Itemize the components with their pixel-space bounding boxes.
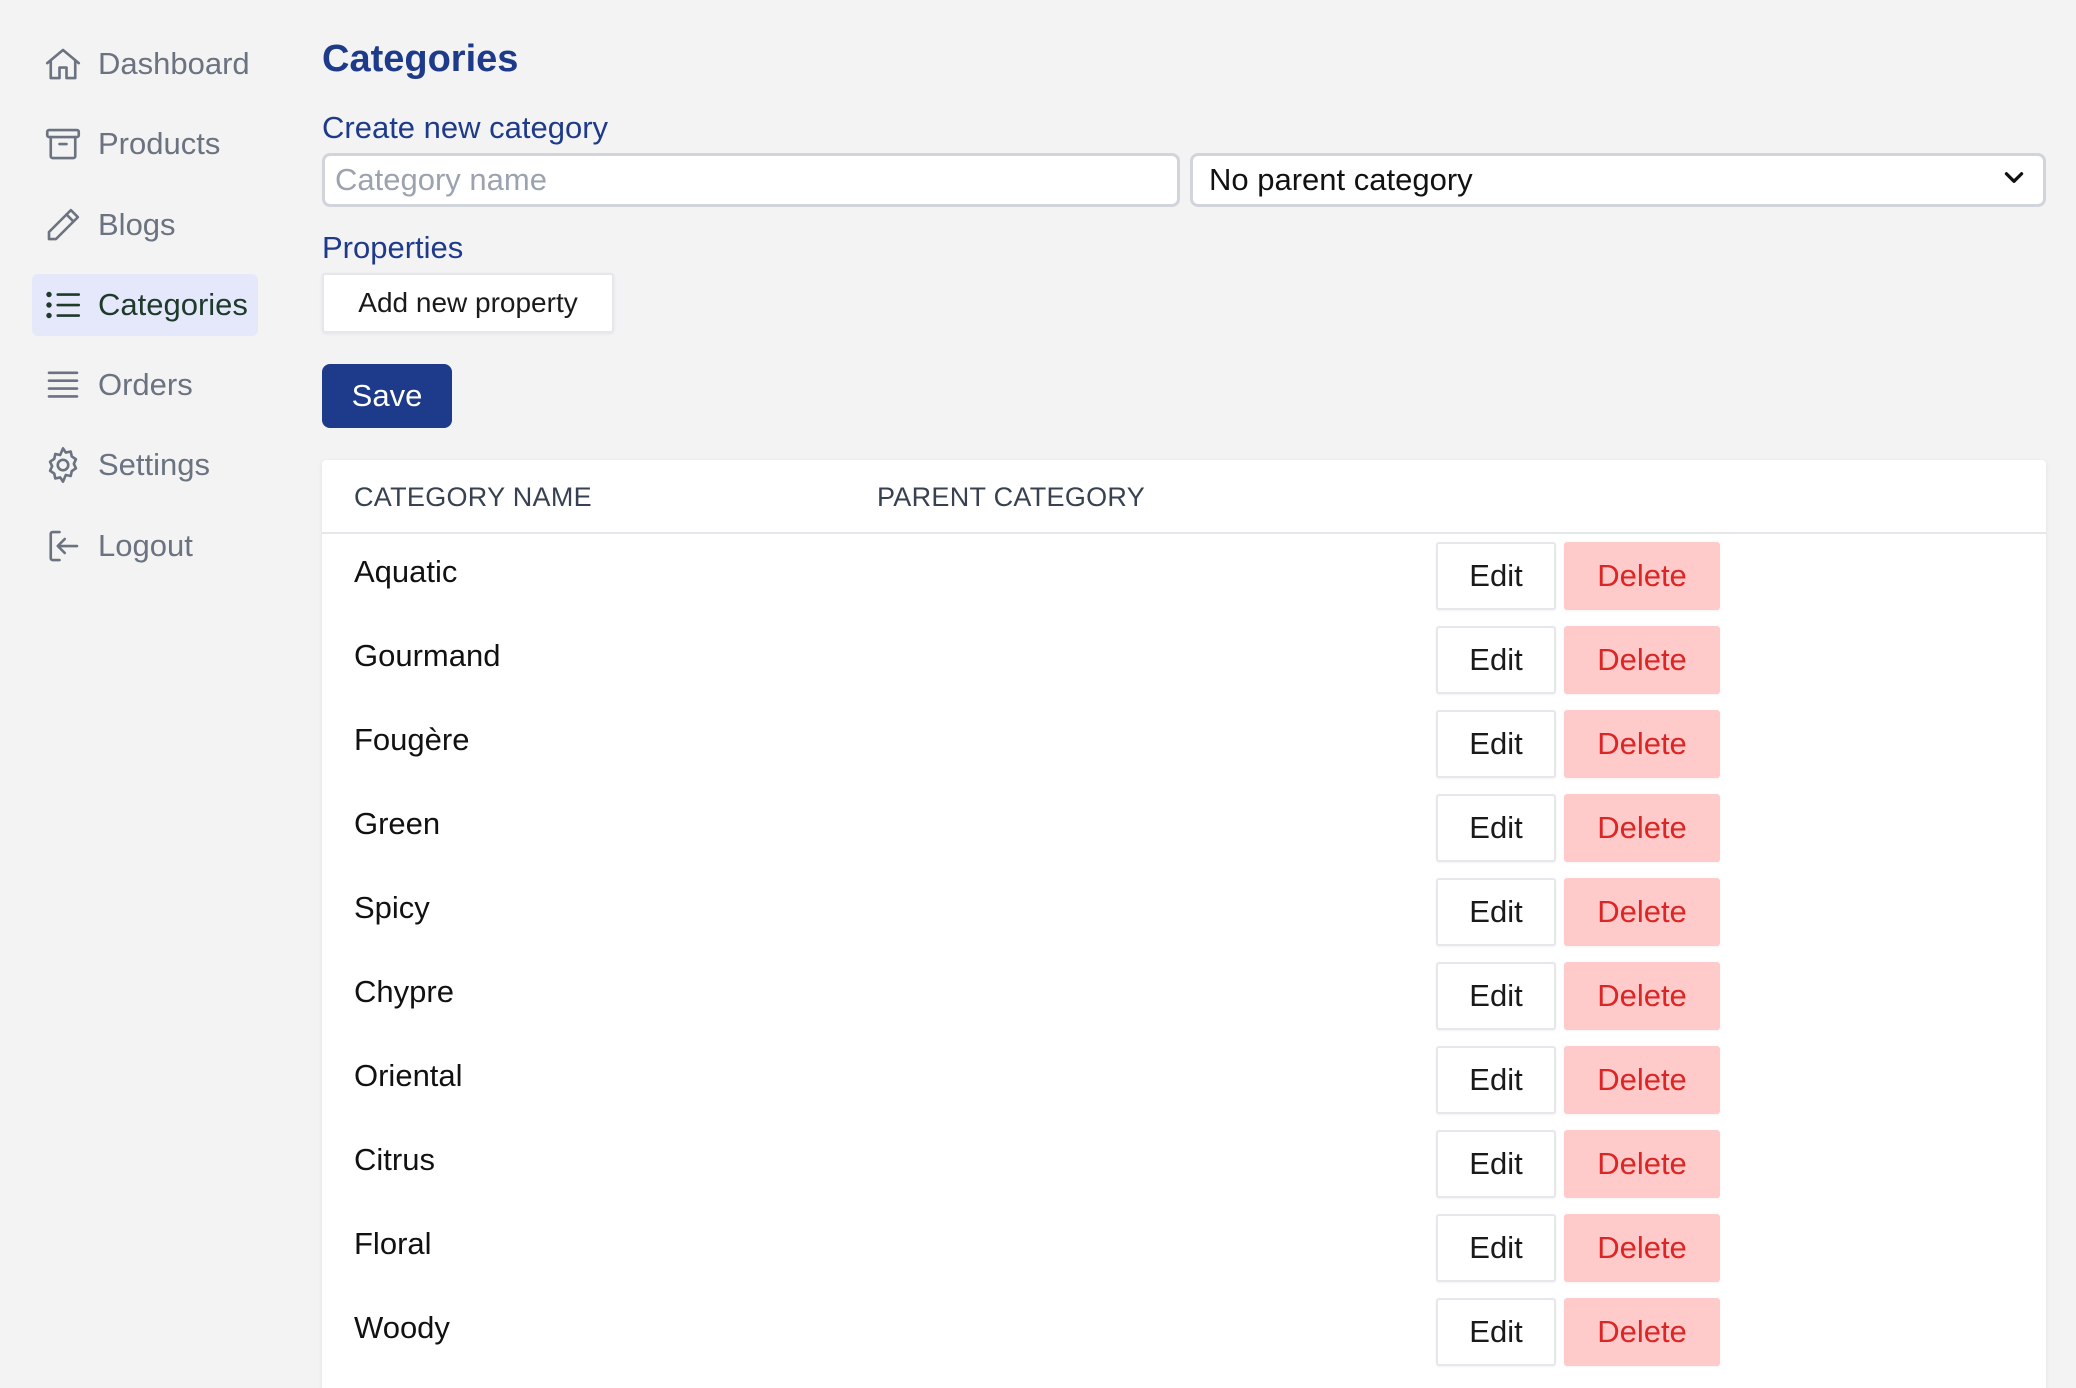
category-name-cell: Spicy (354, 890, 430, 925)
properties-label: Properties (322, 230, 464, 265)
delete-button[interactable]: Delete (1564, 962, 1720, 1030)
category-name-cell: Aquatic (354, 554, 458, 589)
category-name-cell: Gourmand (354, 638, 501, 673)
sidebar-item-label: Orders (98, 367, 193, 402)
edit-button[interactable]: Edit (1436, 962, 1556, 1030)
edit-button[interactable]: Edit (1436, 626, 1556, 694)
categories-table: CATEGORY NAME PARENT CATEGORY Aquatic Ed… (322, 460, 2046, 1388)
edit-button[interactable]: Edit (1436, 794, 1556, 862)
sidebar-item-label: Categories (98, 287, 248, 322)
gear-icon (42, 444, 84, 486)
edit-button[interactable]: Edit (1436, 1046, 1556, 1114)
delete-button[interactable]: Delete (1564, 710, 1720, 778)
delete-button[interactable]: Delete (1564, 1214, 1720, 1282)
edit-button[interactable]: Edit (1436, 1298, 1556, 1366)
delete-button[interactable]: Delete (1564, 794, 1720, 862)
edit-button[interactable]: Edit (1436, 878, 1556, 946)
sidebar-item-logout[interactable]: Logout (32, 515, 258, 577)
sidebar-item-products[interactable]: Products (32, 113, 258, 175)
logout-icon (42, 525, 84, 567)
sidebar-item-label: Products (98, 126, 221, 161)
table-body: Aquatic Edit Delete Gourmand Edit Delete… (322, 534, 2046, 1374)
add-property-button[interactable]: Add new property (322, 273, 614, 333)
edit-button[interactable]: Edit (1436, 542, 1556, 610)
table-row: Spicy Edit Delete (322, 870, 2046, 954)
table-row: Woody Edit Delete (322, 1290, 2046, 1374)
delete-button[interactable]: Delete (1564, 1298, 1720, 1366)
edit-button[interactable]: Edit (1436, 1130, 1556, 1198)
table-row: Floral Edit Delete (322, 1206, 2046, 1290)
delete-button[interactable]: Delete (1564, 878, 1720, 946)
pencil-icon (42, 204, 84, 246)
chevron-down-icon (2001, 162, 2027, 198)
sidebar-item-categories[interactable]: Categories (32, 274, 258, 336)
table-header: CATEGORY NAME PARENT CATEGORY (322, 460, 2046, 534)
queue-list-icon (42, 364, 84, 406)
edit-button[interactable]: Edit (1436, 1214, 1556, 1282)
sidebar-item-settings[interactable]: Settings (32, 434, 258, 496)
home-icon (42, 43, 84, 85)
table-row: Chypre Edit Delete (322, 954, 2046, 1038)
category-name-cell: Woody (354, 1310, 450, 1345)
sidebar: Dashboard Products Blogs Categories Orde… (0, 0, 300, 1388)
table-row: Green Edit Delete (322, 786, 2046, 870)
save-button[interactable]: Save (322, 364, 452, 428)
delete-button[interactable]: Delete (1564, 542, 1720, 610)
category-name-cell: Citrus (354, 1142, 435, 1177)
sidebar-item-label: Blogs (98, 207, 176, 242)
list-icon (42, 284, 84, 326)
table-row: Citrus Edit Delete (322, 1122, 2046, 1206)
category-name-cell: Oriental (354, 1058, 463, 1093)
category-name-cell: Fougère (354, 722, 470, 757)
page-title: Categories (322, 38, 519, 80)
category-name-cell: Chypre (354, 974, 454, 1009)
sidebar-item-dashboard[interactable]: Dashboard (32, 33, 258, 95)
table-row: Fougère Edit Delete (322, 702, 2046, 786)
column-header-parent-category: PARENT CATEGORY (877, 482, 1146, 512)
edit-button[interactable]: Edit (1436, 710, 1556, 778)
sidebar-item-label: Settings (98, 447, 211, 482)
parent-category-select[interactable]: No parent category (1190, 153, 2046, 207)
sidebar-item-blogs[interactable]: Blogs (32, 194, 258, 256)
category-name-input[interactable] (322, 153, 1180, 207)
table-row: Aquatic Edit Delete (322, 534, 2046, 618)
sidebar-item-label: Dashboard (98, 46, 250, 81)
archive-box-icon (42, 123, 84, 165)
main-content: Categories Create new category No parent… (322, 0, 2046, 1388)
app-root: Dashboard Products Blogs Categories Orde… (0, 0, 2076, 1388)
delete-button[interactable]: Delete (1564, 1046, 1720, 1114)
delete-button[interactable]: Delete (1564, 1130, 1720, 1198)
parent-category-selected: No parent category (1209, 162, 1473, 197)
category-name-cell: Floral (354, 1226, 432, 1261)
table-row: Gourmand Edit Delete (322, 618, 2046, 702)
sidebar-item-orders[interactable]: Orders (32, 354, 258, 416)
category-name-cell: Green (354, 806, 441, 841)
delete-button[interactable]: Delete (1564, 626, 1720, 694)
create-category-label: Create new category (322, 110, 609, 145)
sidebar-item-label: Logout (98, 528, 193, 563)
table-row: Oriental Edit Delete (322, 1038, 2046, 1122)
column-header-category-name: CATEGORY NAME (354, 482, 592, 512)
